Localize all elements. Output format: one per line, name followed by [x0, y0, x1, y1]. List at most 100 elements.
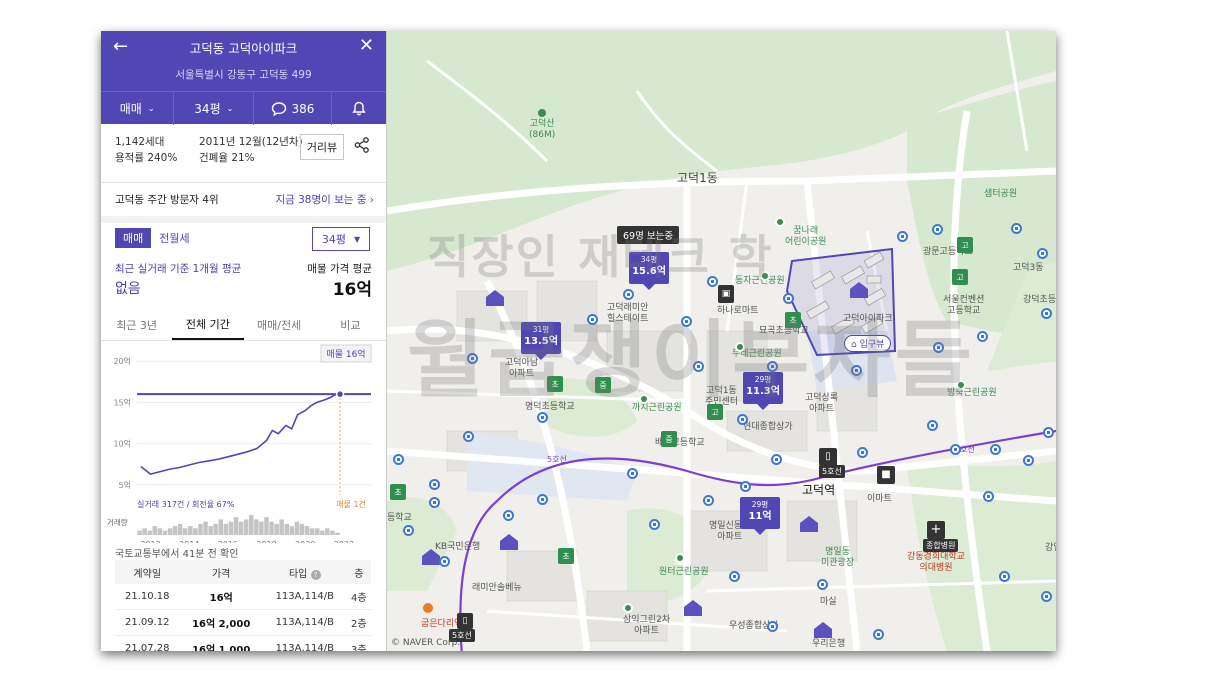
close-icon[interactable]: ✕ — [359, 36, 374, 56]
volume-bar — [188, 526, 193, 535]
detail-panel: ← 고덕동 고덕아이파크 ✕ 서울특별시 강동구 고덕동 499 매매 ⌄ 34… — [101, 31, 387, 651]
bus-stop-icon[interactable] — [463, 431, 474, 442]
bus-stop-icon[interactable] — [627, 468, 638, 479]
bus-stop-icon[interactable] — [1043, 427, 1054, 438]
bus-stop-icon[interactable] — [429, 479, 440, 490]
volume-bar — [274, 523, 279, 535]
now-viewing-link[interactable]: 지금 38명이 보는 중 › — [275, 192, 374, 207]
price-marker[interactable]: 29평 11억 — [740, 497, 780, 535]
bus-stop-icon[interactable] — [537, 494, 548, 505]
volume-bar — [213, 523, 218, 535]
bus-stop-icon[interactable] — [977, 331, 988, 342]
col-type: 타입 ? — [262, 560, 347, 584]
bus-stop-icon[interactable] — [1023, 455, 1034, 466]
volume-bar — [299, 523, 305, 535]
bus-stop-icon[interactable] — [429, 497, 440, 508]
share-icon[interactable] — [353, 136, 371, 154]
apartment-house-icon[interactable] — [683, 599, 703, 617]
size-dropdown[interactable]: 34평 ⌄ — [174, 92, 255, 125]
school-flag-icon: 고 — [957, 237, 973, 253]
coverage-ratio: 건폐율 21% — [199, 152, 255, 164]
tab-sale-vs-jeonse[interactable]: 매매/전세 — [244, 310, 315, 340]
tab-rent[interactable]: 전월세 — [151, 228, 197, 248]
map-label-hyundai: 현대종합상가 — [743, 422, 793, 432]
apartment-house-icon[interactable] — [499, 533, 519, 551]
header-filter-bar: 매매 ⌄ 34평 ⌄ 386 — [101, 91, 386, 125]
map-view[interactable]: 고덕산 (86M) 고덕1동 샘터공원 꿈나래 어린이공원 광문고등학교 고덕3… — [387, 31, 1056, 651]
size-select[interactable]: 34평 ▼ — [312, 227, 370, 251]
map-label-masil: 마실 — [820, 597, 837, 607]
notification-button[interactable] — [332, 92, 386, 125]
bell-icon — [351, 101, 366, 116]
bus-stop-icon[interactable] — [439, 556, 450, 567]
map-label-godeok3dong: 고덕3동 — [1013, 263, 1044, 273]
speech-bubble-icon — [271, 101, 286, 116]
map-label-sam-ik: 삼익그린2차 아파트 — [623, 615, 671, 636]
bus-stop-icon[interactable] — [737, 414, 748, 425]
school-flag-icon: 초 — [558, 548, 574, 564]
bus-stop-icon[interactable] — [771, 454, 782, 465]
apartment-house-icon[interactable] — [421, 548, 441, 566]
bus-stop-icon[interactable] — [740, 481, 751, 492]
bus-stop-icon[interactable] — [932, 224, 943, 235]
volume-bar — [152, 526, 157, 535]
visitor-rank: 고덕동 주간 방문자 4위 — [115, 194, 219, 206]
bus-stop-icon[interactable] — [767, 621, 778, 632]
bus-stop-icon[interactable] — [983, 491, 994, 502]
bus-stop-icon[interactable] — [897, 231, 908, 242]
map-label-dream-park: 꿈나래 어린이공원 — [785, 226, 827, 247]
chart-stats-label: 실거래 317건 / 회전율 67% — [137, 499, 235, 509]
volume-bar — [223, 523, 229, 535]
built-year: 2011년 12월(12년차) — [199, 136, 303, 148]
school-flag-icon: 고 — [952, 269, 968, 285]
bus-stop-icon[interactable] — [999, 571, 1010, 582]
size-label: 34평 — [194, 102, 221, 116]
map-label-school: 등학교 — [387, 513, 412, 523]
mountain-height: (86M) — [529, 130, 556, 140]
bus-stop-icon[interactable] — [393, 454, 404, 465]
y-tick-label: 5억 — [119, 480, 131, 490]
bus-stop-icon[interactable] — [503, 510, 514, 521]
bus-stop-icon[interactable] — [857, 447, 868, 458]
tab-all-period[interactable]: 전체 기간 — [172, 310, 244, 340]
tab-sale[interactable]: 매매 — [115, 228, 152, 248]
bus-stop-icon[interactable] — [990, 444, 1001, 455]
bus-stop-icon[interactable] — [1041, 591, 1052, 602]
volume-bar — [325, 528, 330, 535]
apartment-house-icon[interactable] — [799, 515, 819, 533]
bus-stop-icon[interactable] — [729, 571, 740, 582]
bank-pin-icon — [423, 603, 433, 613]
park-pin-icon — [775, 217, 785, 227]
bus-stop-icon[interactable] — [817, 579, 828, 590]
map-label-gangdeok: 강덕초등 — [1023, 295, 1056, 305]
floor-area-ratio: 용적률 240% — [115, 152, 178, 164]
bus-stop-icon[interactable] — [950, 444, 961, 455]
subway-station-icon[interactable]: ▯ — [457, 613, 473, 629]
shopping-cart-icon[interactable]: ■ — [877, 466, 895, 484]
bus-stop-icon[interactable] — [873, 629, 884, 640]
period-tabs: 최근 3년 전체 기간 매매/전세 비교 — [101, 310, 386, 341]
volume-bar — [309, 528, 315, 535]
subway-station-icon[interactable]: ▯ — [819, 448, 837, 466]
table-row: 21.07.28 16억 1,000 113A,114/B 3층 — [115, 635, 371, 651]
volume-bar — [208, 526, 213, 535]
tab-compare[interactable]: 비교 — [315, 310, 386, 340]
hospital-icon[interactable]: + — [927, 521, 945, 539]
bus-stop-icon[interactable] — [1011, 223, 1022, 234]
price-chart[interactable]: 20억 15억 10억 5억 매물 16억실거래 317건 / 회전율 67% 매물 1건… — [101, 343, 386, 543]
help-icon[interactable]: ? — [310, 569, 321, 580]
bus-stop-icon[interactable] — [927, 420, 938, 431]
tab-recent-3y[interactable]: 최근 3년 — [101, 310, 172, 340]
bus-stop-icon[interactable] — [1037, 248, 1048, 259]
trade-type-dropdown[interactable]: 매매 ⌄ — [101, 92, 175, 125]
street-view-button[interactable]: 거리뷰 — [300, 134, 344, 160]
apartment-house-icon[interactable] — [813, 621, 833, 639]
bus-stop-icon[interactable] — [1041, 308, 1052, 319]
row-floor: 3층 — [346, 635, 371, 651]
bus-stop-icon[interactable] — [649, 519, 660, 530]
listing-point — [335, 389, 345, 399]
bus-stop-icon[interactable] — [703, 495, 714, 506]
comments-button[interactable]: 386 — [254, 92, 332, 125]
bus-stop-icon[interactable] — [403, 525, 414, 536]
recent-avg-value: 없음 — [115, 281, 141, 297]
